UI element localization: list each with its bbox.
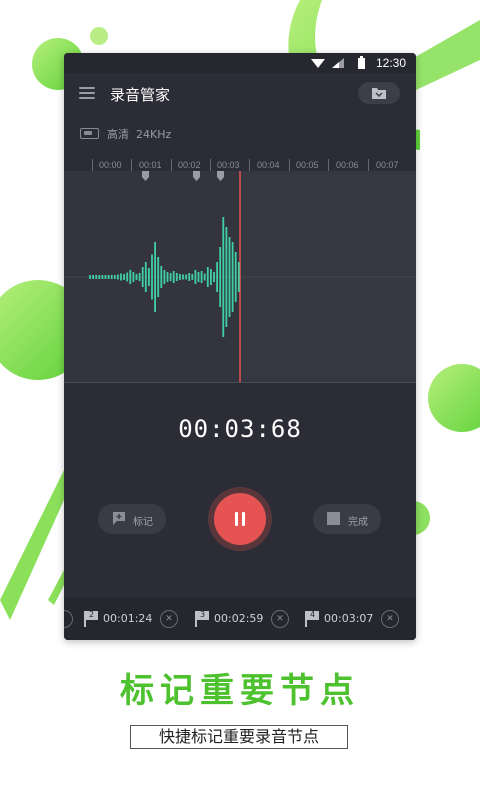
mark-time: 00:03:07 <box>324 612 374 625</box>
mark-index: 2 <box>89 610 95 619</box>
clock: 12:30 <box>375 56 406 70</box>
app-bar: 录音管家 <box>64 73 416 115</box>
done-button[interactable]: 完成 <box>313 504 381 534</box>
promo-headline: 标记重要节点 <box>120 671 360 711</box>
delete-mark-icon[interactable]: ✕ <box>381 610 399 628</box>
folder-icon <box>372 88 386 99</box>
menu-icon[interactable] <box>79 87 95 99</box>
mark-pin[interactable] <box>217 171 224 181</box>
quality-indicator: 高清 24KHz <box>64 115 416 149</box>
mark-pin[interactable] <box>142 171 149 181</box>
delete-mark-icon[interactable]: ✕ <box>160 610 178 628</box>
pause-button[interactable] <box>208 487 272 551</box>
timeline-label: 00:04 <box>257 160 280 170</box>
mark-time: 00:02:59 <box>214 612 264 625</box>
timeline-label: 00:00 <box>99 160 122 170</box>
waveform <box>64 171 416 383</box>
delete-mark-icon[interactable]: ✕ <box>271 610 289 628</box>
mark-time: 00:01:24 <box>103 612 153 625</box>
recordings-folder-button[interactable] <box>358 82 400 104</box>
quality-text: 高清 24KHz <box>107 126 171 142</box>
timeline-label: 00:02 <box>178 160 201 170</box>
quality-label: 高清 <box>107 128 129 141</box>
sample-rate: 24KHz <box>136 128 172 141</box>
signal-icon <box>332 58 344 68</box>
promo-subtitle: 快捷标记重要录音节点 <box>130 725 348 749</box>
timeline-label: 00:05 <box>296 160 319 170</box>
mark-pin[interactable] <box>193 171 200 181</box>
timeline-label: 00:07 <box>376 160 399 170</box>
marks-list: 2 00:01:24 ✕ 3 00:02:59 ✕ 4 00:03:07 ✕ <box>64 598 416 640</box>
recording-timer: 00:03:68 <box>178 415 302 443</box>
divider <box>64 382 416 383</box>
mark-index: 4 <box>310 610 316 619</box>
add-mark-icon <box>113 512 125 525</box>
waveform-area <box>64 171 416 383</box>
partial-delete-icon[interactable] <box>64 610 73 628</box>
mark-button-label: 标记 <box>133 517 153 528</box>
phone-screen: 12:30 录音管家 高清 24KHz 00:00 00:01 00:02 00… <box>64 53 416 640</box>
timeline-ruler: 00:00 00:01 00:02 00:03 00:04 00:05 00:0… <box>64 153 416 173</box>
done-button-label: 完成 <box>348 517 368 528</box>
pause-icon <box>214 493 266 545</box>
mark-index: 3 <box>200 610 206 619</box>
timeline-label: 00:03 <box>217 160 240 170</box>
stop-icon <box>327 512 340 525</box>
timeline-label: 00:01 <box>139 160 162 170</box>
app-title: 录音管家 <box>110 86 171 104</box>
tape-icon <box>80 128 99 139</box>
timeline-label: 00:06 <box>336 160 359 170</box>
status-bar: 12:30 <box>64 53 416 73</box>
battery-icon <box>358 56 365 69</box>
wifi-icon <box>311 59 325 68</box>
mark-button[interactable]: 标记 <box>98 504 166 534</box>
